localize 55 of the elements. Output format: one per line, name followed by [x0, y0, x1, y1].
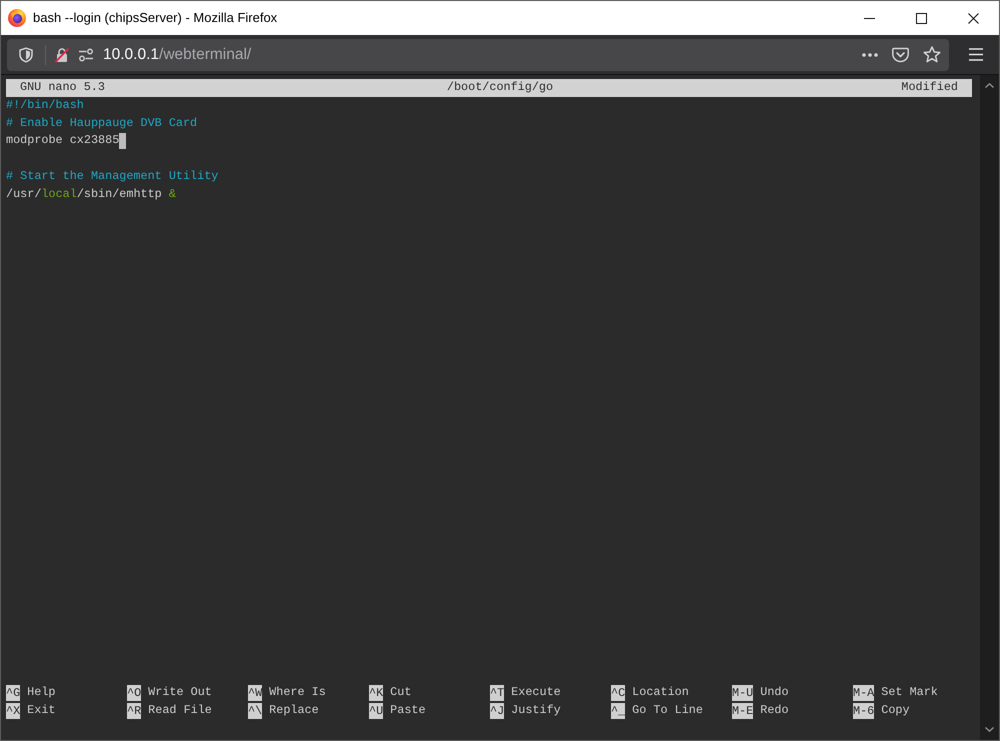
- shortcut-label: Where Is: [269, 684, 326, 702]
- shortcut-label: Redo: [760, 702, 789, 720]
- shortcut-key: M-U: [732, 685, 754, 702]
- shortcut-label: Execute: [511, 684, 561, 702]
- shortcut-label: Justify: [511, 702, 561, 720]
- shortcut-label: Location: [632, 684, 689, 702]
- shortcut-label: Read File: [148, 702, 212, 720]
- shield-icon[interactable]: [18, 46, 34, 62]
- permissions-icon[interactable]: [78, 46, 94, 62]
- insecure-lock-icon[interactable]: [54, 46, 70, 62]
- shortcut-key: ^X: [6, 703, 20, 720]
- shortcut-label: Set Mark: [881, 684, 938, 702]
- window-title: bash --login (chipsServer) - Mozilla Firefox: [33, 9, 278, 28]
- modified-status: Modified: [901, 79, 958, 96]
- code-line: /usr/local/sbin/emhttp &: [6, 186, 176, 203]
- url-text[interactable]: 10.0.0.1/webterminal/: [103, 42, 252, 66]
- shortcut-key: ^K: [369, 685, 384, 702]
- shortcut-label: Help: [27, 684, 56, 702]
- file-path: /boot/config/go: [446, 79, 554, 96]
- shortcut-label: Exit: [27, 702, 56, 720]
- shortcut-key: ^T: [490, 685, 504, 702]
- nano-version: GNU nano 5.3: [20, 79, 105, 96]
- maximize-icon: [916, 12, 926, 24]
- shortcut-label: Go To Line: [632, 702, 703, 720]
- shortcut-key: ^G: [6, 685, 20, 702]
- shortcut-key: ^_: [611, 703, 626, 720]
- pocket-icon[interactable]: [892, 46, 909, 62]
- menu-icon: [969, 48, 983, 61]
- shortcut-label: Undo: [760, 684, 789, 702]
- shortcut-label: Paste: [390, 702, 426, 720]
- close-icon: [968, 12, 978, 24]
- star-icon[interactable]: [923, 46, 941, 63]
- chevron-up-icon[interactable]: [985, 83, 994, 88]
- shortcut-label: Copy: [881, 702, 910, 720]
- shortcut-key: ^R: [127, 703, 142, 720]
- shortcut-label: Cut: [390, 684, 412, 702]
- shortcut-key: ^O: [127, 685, 142, 702]
- shortcut-key: ^\: [248, 703, 262, 720]
- shortcut-key: M-6: [853, 703, 874, 720]
- scrollbar[interactable]: [980, 75, 999, 740]
- more-dots-icon[interactable]: [862, 52, 878, 56]
- code-line: modprobe cx23885: [6, 132, 120, 150]
- shortcut-key: M-E: [732, 703, 754, 720]
- code-line: #!/bin/bash: [6, 96, 84, 114]
- shortcut-key: ^U: [369, 703, 384, 720]
- shortcut-key: ^J: [490, 703, 504, 720]
- shortcut-label: Write Out: [148, 684, 212, 702]
- chevron-down-icon[interactable]: [985, 727, 994, 732]
- code-line: # Enable Hauppauge DVB Card: [6, 114, 198, 132]
- browser-logo-icon: [8, 9, 26, 27]
- shortcut-key: M-A: [853, 685, 874, 702]
- shortcut-label: Replace: [269, 702, 319, 720]
- shortcut-key: ^W: [248, 685, 262, 702]
- code-line: # Start the Management Utility: [6, 168, 218, 185]
- shortcut-key: ^C: [611, 685, 626, 702]
